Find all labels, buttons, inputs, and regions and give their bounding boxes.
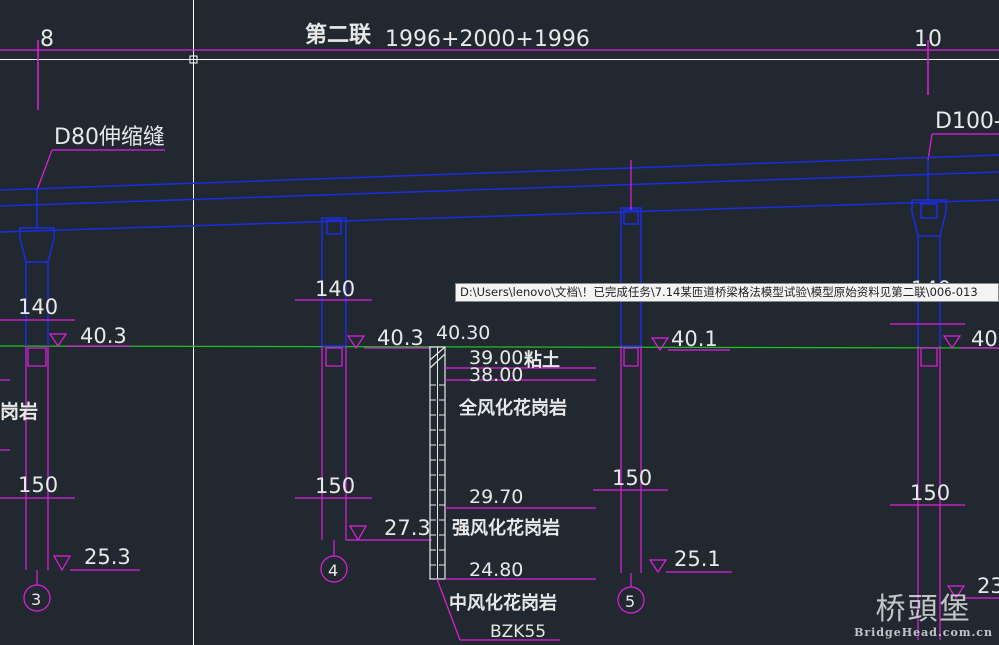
pier-5: 40.1 150 25.1 5 bbox=[593, 160, 732, 614]
layer-elev-3: 29.70 bbox=[469, 486, 523, 508]
joint-label-left: D80伸缩缝 bbox=[54, 125, 165, 150]
borehole-id: BZK55 bbox=[490, 622, 546, 642]
pier-4-elev-bottom: 27.3 bbox=[384, 516, 431, 540]
pier-5-elev-top: 40.1 bbox=[671, 327, 718, 351]
pier-right: 140 40 150 23 bbox=[890, 199, 999, 640]
borehole-top-elev: 40.30 bbox=[436, 322, 490, 344]
layer-name-2: 全风化花岗岩 bbox=[458, 397, 567, 419]
pier-4-id: 4 bbox=[328, 561, 338, 580]
pier-3-elev-bottom: 25.3 bbox=[84, 545, 131, 569]
layer-name-1: 粘土 bbox=[524, 349, 560, 371]
layer-name-3: 强风化花岗岩 bbox=[452, 517, 560, 539]
watermark-site: BridgeHead.com.cn bbox=[854, 626, 993, 639]
pier-3: 140 40.3 岗岩 150 25.3 3 bbox=[0, 227, 140, 612]
pier-right-elev-top: 40 bbox=[971, 327, 998, 351]
pier-3-stratum: 岗岩 bbox=[0, 400, 38, 423]
pier-4: 140 40.3 150 27.3 4 bbox=[295, 217, 432, 583]
pier-3-elev-top: 40.3 bbox=[80, 324, 127, 348]
file-path-tooltip: D:\Users\lenovo\文档\！已完成任务\7.14某匝道桥梁格法模型试… bbox=[455, 283, 999, 302]
axis-label-10: 10 bbox=[914, 27, 942, 52]
span-header: 8 10 第二联 1996+2000+1996 bbox=[0, 22, 999, 110]
layer-elev-2: 38.00 bbox=[469, 364, 523, 386]
pier-3-width-bottom: 150 bbox=[18, 473, 58, 497]
pier-3-width-top: 140 bbox=[18, 295, 58, 319]
watermark: 桥頭堡 BridgeHead.com.cn bbox=[854, 592, 993, 640]
cad-drawing-canvas[interactable]: 8 10 第二联 1996+2000+1996 D80伸缩缝 D100- 140… bbox=[0, 0, 999, 645]
girder bbox=[0, 154, 999, 233]
pier-4-elev-top: 40.3 bbox=[377, 326, 424, 350]
pier-3-id: 3 bbox=[31, 590, 41, 609]
pier-4-width-top: 140 bbox=[315, 277, 355, 301]
pier-5-elev-bottom: 25.1 bbox=[674, 547, 721, 571]
pier-5-width-bottom: 150 bbox=[612, 466, 652, 490]
span-formula: 1996+2000+1996 bbox=[385, 27, 590, 52]
borehole-ticks bbox=[430, 347, 445, 579]
joint-label-right: D100- bbox=[935, 109, 999, 134]
section-title: 第二联 bbox=[305, 22, 371, 48]
watermark-logo: 桥頭堡 bbox=[875, 592, 972, 627]
pier-right-width-bottom: 150 bbox=[910, 481, 950, 505]
borehole-bzk55: 40.30 39.00 粘土 38.00 全风化花岗岩 29.70 强风化花岗岩… bbox=[429, 322, 596, 642]
layer-name-4: 中风化花岗岩 bbox=[449, 592, 557, 614]
axis-label-8: 8 bbox=[40, 27, 54, 52]
pier-5-id: 5 bbox=[625, 592, 635, 611]
pier-4-width-bottom: 150 bbox=[315, 474, 355, 498]
layer-elev-4: 24.80 bbox=[469, 559, 523, 581]
expansion-joints: D80伸缩缝 D100- bbox=[36, 109, 999, 191]
crosshair-cursor bbox=[0, 0, 999, 645]
